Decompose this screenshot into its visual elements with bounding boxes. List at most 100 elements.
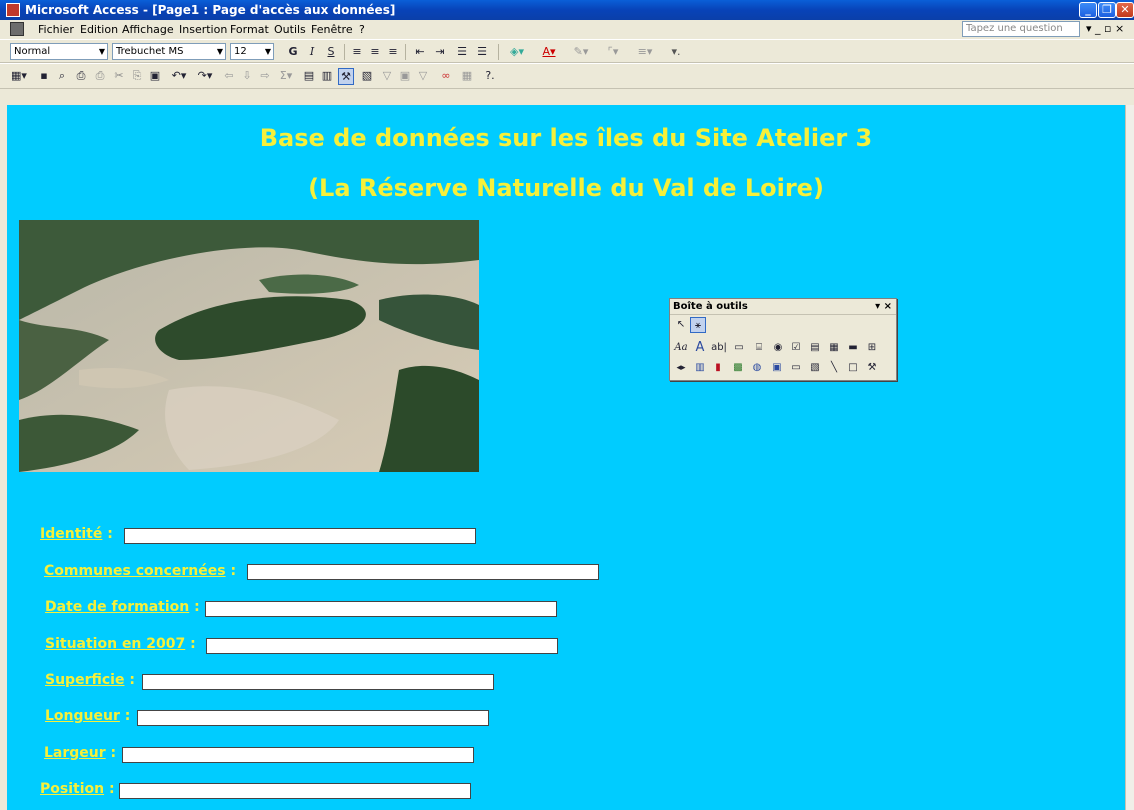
expand-icon[interactable]: ⊞ [864, 340, 880, 356]
line-tool-icon[interactable]: ╲ [826, 360, 842, 376]
decrease-indent-icon[interactable]: ⇤ [412, 44, 428, 59]
align-center-icon[interactable]: ≡ [368, 44, 382, 59]
properties-icon[interactable]: ▧ [360, 68, 374, 83]
option-group-icon[interactable]: ⌸ [751, 340, 767, 356]
vertical-scrollbar[interactable] [1125, 105, 1134, 810]
document-icon[interactable] [10, 22, 24, 36]
menu-format[interactable]: Format [230, 23, 269, 36]
remove-filter-icon[interactable]: ▽ [416, 68, 430, 83]
scrolling-text-icon[interactable]: ▭ [731, 340, 747, 356]
filter-icon[interactable]: ▽ [380, 68, 394, 83]
office-chart-icon[interactable]: ▮ [710, 360, 726, 376]
movie-icon[interactable]: ▭ [788, 360, 804, 376]
toolbox-toggle-icon[interactable]: ⚒ [338, 68, 354, 85]
option-button-icon[interactable]: ◉ [770, 340, 786, 356]
toolbox-title-bar[interactable]: Boîte à outils ▾ × [670, 299, 896, 315]
close-button[interactable]: ✕ [1116, 2, 1134, 18]
print-icon[interactable]: ⎙ [74, 68, 88, 83]
fill-color-icon[interactable]: ◈▾ [506, 44, 528, 59]
loire-aerial-photo[interactable] [19, 220, 479, 472]
image-tool-icon[interactable]: ▧ [807, 360, 823, 376]
menu-fenetre[interactable]: Fenêtre [311, 23, 353, 36]
control-wizards-icon[interactable]: ⚹ [690, 317, 706, 333]
superficie-input[interactable] [142, 674, 494, 690]
redo-icon[interactable]: ↷▾ [194, 68, 216, 83]
bound-html-icon[interactable]: A [692, 340, 708, 356]
toolbox-palette[interactable]: Boîte à outils ▾ × ↖ ⚹ Aa A ab| ▭ ⌸ ◉ ☑ … [669, 298, 897, 381]
help-icon[interactable]: ?. [480, 68, 500, 83]
font-combo[interactable]: Trebuchet MS ▼ [112, 43, 226, 60]
cut-icon[interactable]: ✂ [112, 68, 126, 83]
menu-fichier[interactable]: Fichier [38, 23, 74, 36]
line-color-icon[interactable]: ✎▾ [570, 44, 592, 59]
copy-icon[interactable]: ⎘ [130, 68, 144, 83]
dropdown-list-icon[interactable]: ▤ [807, 340, 823, 356]
menu-edition[interactable]: Edition [80, 23, 118, 36]
menu-outils[interactable]: Outils [274, 23, 306, 36]
mdi-controls[interactable]: ▾ _ ▫ × [1086, 22, 1124, 35]
database-window-icon[interactable]: ▦ [460, 68, 474, 83]
promote-icon[interactable]: ⇦ [222, 68, 236, 83]
position-input[interactable] [119, 783, 471, 799]
date-formation-input[interactable] [205, 601, 557, 617]
image-hyperlink-icon[interactable]: ▣ [769, 360, 785, 376]
paste-icon[interactable]: ▣ [148, 68, 162, 83]
save-icon[interactable]: ▪ [37, 68, 51, 83]
command-button-icon[interactable]: ▬ [845, 340, 861, 356]
style-combo[interactable]: Normal ▼ [10, 43, 108, 60]
situation-input[interactable] [206, 638, 558, 654]
file-search-icon[interactable]: ⌕ [55, 68, 69, 83]
record-navigation-icon[interactable]: ◂▸ [673, 360, 689, 376]
office-pivottable-icon[interactable]: ▥ [692, 360, 708, 376]
select-objects-icon[interactable]: ↖ [673, 317, 689, 333]
office-spreadsheet-icon[interactable]: ▩ [730, 360, 746, 376]
view-icon[interactable]: ▦▾ [8, 68, 30, 83]
page-title[interactable]: Base de données sur les îles du Site Ate… [7, 124, 1125, 152]
line-style-icon[interactable]: ≡▾ [634, 44, 656, 59]
print-preview-icon[interactable]: ⎙ [93, 68, 107, 83]
data-access-page[interactable]: Base de données sur les îles du Site Ate… [7, 105, 1125, 810]
numbered-list-icon[interactable]: ☰ [454, 44, 470, 59]
rectangle-tool-icon[interactable]: □ [845, 360, 861, 376]
bulleted-list-icon[interactable]: ☰ [474, 44, 490, 59]
italic-button[interactable]: I [306, 44, 318, 59]
group-icon[interactable]: ⇩ [240, 68, 254, 83]
longueur-input[interactable] [137, 710, 489, 726]
filter-selection-icon[interactable]: ▣ [398, 68, 412, 83]
hyperlink-icon[interactable]: ◍ [749, 360, 765, 376]
menu-help[interactable]: ? [359, 23, 365, 36]
toolbar-separator [344, 44, 345, 60]
menu-insertion[interactable]: Insertion [179, 23, 227, 36]
autosum-icon[interactable]: Σ▾ [276, 68, 296, 83]
toolbar-options-icon[interactable]: ▾. [666, 44, 686, 59]
restore-button[interactable]: ❐ [1098, 2, 1116, 18]
increase-indent-icon[interactable]: ⇥ [432, 44, 448, 59]
identite-input[interactable] [124, 528, 476, 544]
undo-icon[interactable]: ↶▾ [168, 68, 190, 83]
underline-button[interactable]: S [325, 44, 337, 59]
checkbox-tool-icon[interactable]: ☑ [788, 340, 804, 356]
list-box-icon[interactable]: ▦ [826, 340, 842, 356]
communes-input[interactable] [247, 564, 599, 580]
more-controls-icon[interactable]: ⚒ [864, 360, 880, 376]
help-question-input[interactable]: Tapez une question [962, 21, 1080, 37]
textbox-tool-icon[interactable]: ab| [710, 340, 728, 356]
largeur-input[interactable] [122, 747, 474, 763]
field-label-identite: Identité : [40, 526, 113, 542]
size-combo[interactable]: 12 ▼ [230, 43, 274, 60]
relationships-icon[interactable]: ∞ [438, 68, 454, 83]
access-app-icon[interactable] [6, 3, 20, 17]
align-left-icon[interactable]: ≡ [350, 44, 364, 59]
font-color-icon[interactable]: A▾ [538, 44, 560, 59]
toolbox-controls[interactable]: ▾ × [875, 299, 892, 314]
align-right-icon[interactable]: ≡ [386, 44, 400, 59]
sorting-grouping-icon[interactable]: ▥ [320, 68, 334, 83]
bold-button[interactable]: G [287, 44, 299, 59]
border-icon[interactable]: ⌜▾ [602, 44, 624, 59]
field-list-icon[interactable]: ▤ [302, 68, 316, 83]
demote-icon[interactable]: ⇨ [258, 68, 272, 83]
label-tool-icon[interactable]: Aa [673, 340, 689, 356]
page-subtitle[interactable]: (La Réserve Naturelle du Val de Loire) [7, 174, 1125, 202]
minimize-button[interactable]: _ [1079, 2, 1097, 18]
menu-affichage[interactable]: Affichage [122, 23, 174, 36]
